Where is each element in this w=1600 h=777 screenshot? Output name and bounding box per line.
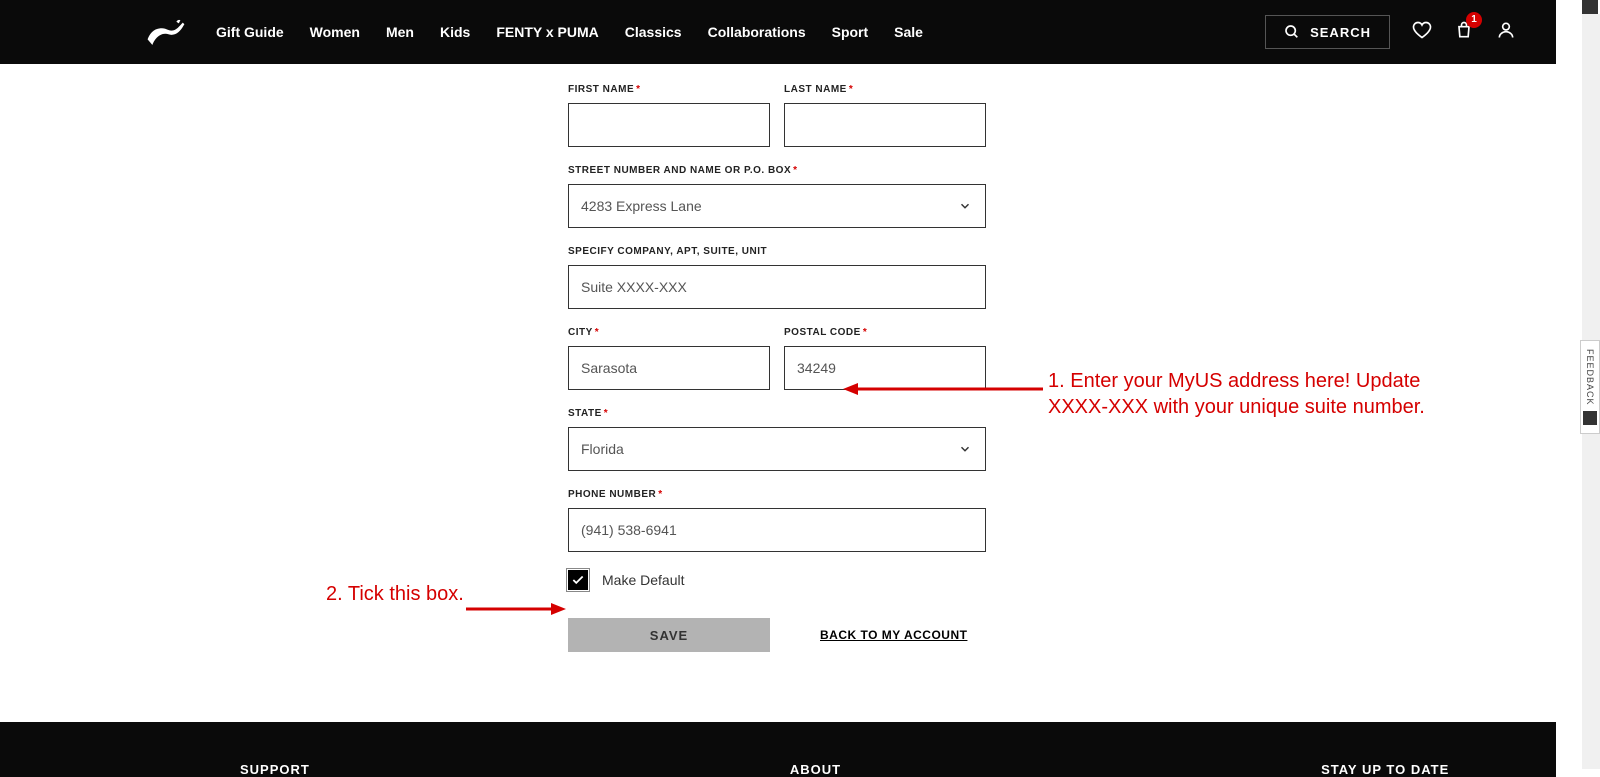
street-input[interactable] [568, 184, 986, 228]
first-name-label: FIRST NAME* [568, 84, 770, 95]
arrow-1-icon [843, 383, 1043, 403]
company-input[interactable] [568, 265, 986, 309]
last-name-field: LAST NAME* [784, 84, 986, 147]
user-icon [1496, 20, 1516, 40]
company-field: SPECIFY COMPANY, APT, SUITE, UNIT [568, 246, 986, 309]
arrow-2-icon [466, 603, 566, 623]
phone-field: PHONE NUMBER* [568, 489, 986, 552]
phone-label: PHONE NUMBER* [568, 489, 986, 500]
cart-badge: 1 [1466, 12, 1482, 28]
nav-classics[interactable]: Classics [625, 24, 682, 40]
first-name-field: FIRST NAME* [568, 84, 770, 147]
footer-support[interactable]: SUPPORT [240, 762, 310, 777]
feedback-icon [1583, 411, 1597, 425]
search-icon [1284, 24, 1300, 40]
nav-sale[interactable]: Sale [894, 24, 923, 40]
main-nav: Gift Guide Women Men Kids FENTY x PUMA C… [216, 24, 923, 40]
nav-fenty[interactable]: FENTY x PUMA [496, 24, 598, 40]
city-field: CITY* [568, 327, 770, 390]
annotation-1: 1. Enter your MyUS address here! Update … [1048, 368, 1428, 420]
last-name-label: LAST NAME* [784, 84, 986, 95]
feedback-tab[interactable]: FEEDBACK [1580, 340, 1600, 434]
nav-kids[interactable]: Kids [440, 24, 470, 40]
nav-women[interactable]: Women [310, 24, 360, 40]
save-button[interactable]: SAVE [568, 618, 770, 652]
state-input[interactable] [568, 427, 986, 471]
nav-collaborations[interactable]: Collaborations [708, 24, 806, 40]
search-button[interactable]: SEARCH [1265, 15, 1390, 49]
account-button[interactable] [1496, 20, 1516, 45]
wishlist-button[interactable] [1412, 20, 1432, 45]
phone-input[interactable] [568, 508, 986, 552]
city-input[interactable] [568, 346, 770, 390]
postal-field: POSTAL CODE* [784, 327, 986, 390]
state-label: STATE* [568, 408, 986, 419]
city-label: CITY* [568, 327, 770, 338]
annotation-2: 2. Tick this box. [326, 583, 464, 606]
nav-gift-guide[interactable]: Gift Guide [216, 24, 284, 40]
scroll-up-arrow[interactable] [1582, 0, 1598, 14]
footer-stay-up[interactable]: STAY UP TO DATE [1321, 762, 1449, 777]
footer-about[interactable]: ABOUT [790, 762, 841, 777]
heart-icon [1412, 20, 1432, 40]
check-icon [571, 573, 585, 587]
state-field: STATE* [568, 408, 986, 471]
make-default-checkbox[interactable] [568, 570, 588, 590]
main-header: Gift Guide Women Men Kids FENTY x PUMA C… [0, 0, 1556, 64]
make-default-label: Make Default [602, 572, 684, 588]
street-label: STREET NUMBER AND NAME OR P.O. BOX* [568, 165, 986, 176]
nav-men[interactable]: Men [386, 24, 414, 40]
street-field: STREET NUMBER AND NAME OR P.O. BOX* [568, 165, 986, 228]
nav-sport[interactable]: Sport [832, 24, 869, 40]
company-label: SPECIFY COMPANY, APT, SUITE, UNIT [568, 246, 986, 257]
search-label: SEARCH [1310, 25, 1371, 40]
postal-label: POSTAL CODE* [784, 327, 986, 338]
first-name-input[interactable] [568, 103, 770, 147]
last-name-input[interactable] [784, 103, 986, 147]
puma-logo[interactable] [146, 17, 186, 47]
back-link[interactable]: BACK TO MY ACCOUNT [820, 628, 967, 642]
header-actions: SEARCH 1 [1265, 15, 1516, 49]
feedback-label: FEEDBACK [1585, 349, 1595, 406]
cart-button[interactable]: 1 [1454, 20, 1474, 45]
page-content: FIRST NAME* LAST NAME* STREET NUMBER AND… [0, 64, 1556, 712]
address-form: FIRST NAME* LAST NAME* STREET NUMBER AND… [568, 84, 1554, 652]
